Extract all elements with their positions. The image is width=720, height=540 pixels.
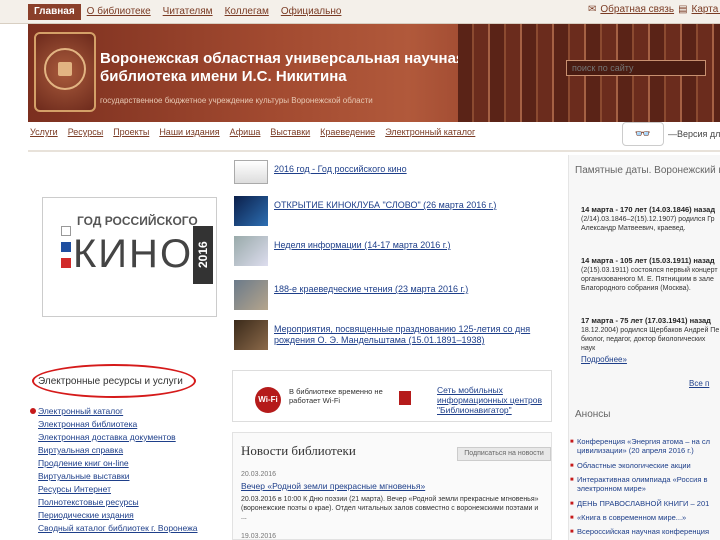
resource-item[interactable]: Электронная доставка документов [38,431,198,444]
main-navigation: Услуги Ресурсы Проекты Наши издания Афиш… [30,127,475,137]
nav-catalog[interactable]: Электронный каталог [385,127,475,137]
subscribe-news-button[interactable]: Подписаться на новости [457,447,551,461]
resources-title: Электронные ресурсы и услуги [38,376,183,387]
search-input[interactable] [566,60,706,76]
page: Главная О библиотеке Читателям Коллегам … [0,0,720,540]
news-item[interactable]: Мероприятия, посвященные празднованию 12… [234,320,554,360]
announcement-item[interactable]: Всероссийская научная конференция [570,527,719,537]
nav-local-history[interactable]: Краеведение [320,127,375,137]
site-subtitle: государственное бюджетное учреждение кул… [100,96,373,105]
news-link[interactable]: ОТКРЫТИЕ КИНОКЛУБА "СЛОВО" (26 марта 201… [274,200,552,211]
date-entry-text: (2(15).03.1911) состоялся первый концерт… [581,267,718,292]
resource-item[interactable]: Периодические издания [38,509,198,522]
mobile-centers-link[interactable]: Сеть мобильных информационных центров "Б… [437,385,551,415]
news-thumbnail [234,236,268,266]
sitemap-icon: ▤ [678,4,688,15]
nav-resources[interactable]: Ресурсы [68,127,104,137]
sitemap-link[interactable]: Карта с [692,4,720,15]
mobile-center-icon [399,391,411,405]
news-item[interactable]: 2016 год - Год российского кино [234,160,554,200]
info-box: Wi-Fi В библиотеке временно не работает … [232,370,552,422]
film-year-banner[interactable]: ГОД РОССИЙСКОГО КИНО 2016 [42,197,217,317]
resource-item[interactable]: Полнотекстовые ресурсы [38,496,198,509]
topnav-official[interactable]: Официально [275,4,348,20]
topnav-home[interactable]: Главная [28,4,81,20]
red-bullet-icon [30,408,36,414]
resource-item[interactable]: Виртуальная справка [38,444,198,457]
news-thumbnail [234,280,268,310]
library-news: Новости библиотеки Подписаться на новост… [232,432,552,540]
date-entry-text: (2/14).03.1846–2(15).12.1907) родился Гр… [581,216,715,232]
top-navigation: Главная О библиотеке Читателям Коллегам … [28,4,347,20]
topnav-readers[interactable]: Читателям [157,4,219,20]
news-thumbnail [234,160,268,184]
banner-kino: КИНО [73,232,194,276]
news-link[interactable]: 188-е краеведческие чтения (23 марта 201… [274,284,552,295]
nav-services[interactable]: Услуги [30,127,58,137]
news-date: 20.03.2016 [241,471,277,478]
site-title: Воронежская областная универсальная науч… [100,50,465,85]
topnav-colleagues[interactable]: Коллегам [219,4,275,20]
news-thumbnail [234,196,268,226]
glasses-icon[interactable]: 👓 [622,122,664,146]
banner-square-red [61,258,71,268]
mail-icon: ✉ [588,4,597,15]
feedback-link[interactable]: Обратная связь [600,4,674,15]
logo-book-icon [58,62,72,76]
banner-year-of: ГОД РОССИЙСКОГО [77,214,198,228]
date-entry-title: 14 марта - 105 лет (15.03.1911) назад [581,256,715,265]
banner-year: 2016 [193,226,213,284]
announcement-item[interactable]: Областные экологические акции [570,461,719,471]
more-link[interactable]: Подробнее» [581,355,627,364]
news-item[interactable]: Неделя информации (14-17 марта 2016 г.) [234,236,554,276]
announcements-title: Анонсы [575,409,611,420]
nav-publications[interactable]: Наши издания [159,127,219,137]
news-item[interactable]: ОТКРЫТИЕ КИНОКЛУБА "СЛОВО" (26 марта 201… [234,196,554,236]
wifi-notice: В библиотеке временно не работает Wi-Fi [289,387,383,405]
nav-events[interactable]: Афиша [230,127,261,137]
resource-item[interactable]: Продление книг он-line [38,457,198,470]
nav-projects[interactable]: Проекты [113,127,149,137]
announcement-item[interactable]: Интерактивная олимпиада «Россия в электр… [570,475,719,493]
news-item[interactable]: 188-е краеведческие чтения (23 марта 201… [234,280,554,320]
memorable-dates-title: Памятные даты. Воронежский к [575,165,720,176]
banner-square-white [61,226,71,236]
topnav-about[interactable]: О библиотеке [81,4,157,20]
date-entry-title: 14 марта - 170 лет (14.03.1846) назад [581,205,716,214]
resource-item[interactable]: Электронная библиотека [38,418,198,431]
top-bar: Главная О библиотеке Читателям Коллегам … [0,0,720,24]
news-headline[interactable]: Вечер «Родной земли прекрасные мгновенья… [241,481,425,491]
library-logo[interactable] [34,32,96,112]
news-link[interactable]: 2016 год - Год российского кино [274,164,552,175]
news-snippet: 20.03.2016 в 10:00 К Дню поэзии (21 март… [241,496,539,521]
date-entry-text: 18.12.2004) родился Щербаков Андрей Пе б… [581,327,720,352]
announcement-item[interactable]: ДЕНЬ ПРАВОСЛАВНОЙ КНИГИ – 201 [570,499,719,509]
accessible-version-link[interactable]: —Версия для с [668,129,720,139]
date-entry-title: 17 марта - 75 лет (17.03.1941) назад [581,316,711,325]
resources-list: Электронный каталог Электронная библиоте… [38,405,198,535]
announcement-item[interactable]: Конференция «Энергия атома – на сл цивил… [570,437,719,455]
news-thumbnail [234,320,268,350]
wifi-icon: Wi-Fi [255,387,281,413]
nav-exhibitions[interactable]: Выставки [270,127,310,137]
resource-item[interactable]: Электронный каталог [38,405,198,418]
resource-item[interactable]: Виртуальные выставки [38,470,198,483]
right-column: Памятные даты. Воронежский к 14 марта - … [568,155,720,540]
resource-item[interactable]: Ресурсы Интернет [38,483,198,496]
resource-item[interactable]: Сводный каталог библиотек г. Воронежа [38,522,198,535]
divider [28,150,720,152]
banner-square-blue [61,242,71,252]
announcement-item[interactable]: «Книга в современном мире...» [570,513,719,523]
news-date: 19.03.2016 [241,533,277,540]
library-news-title: Новости библиотеки [241,443,356,458]
news-link[interactable]: Неделя информации (14-17 марта 2016 г.) [274,240,552,251]
news-link[interactable]: Мероприятия, посвященные празднованию 12… [274,324,552,346]
top-right-links: ✉ Обратная связь ▤ Карта с [588,4,720,15]
all-dates-link[interactable]: Все п [689,379,709,388]
